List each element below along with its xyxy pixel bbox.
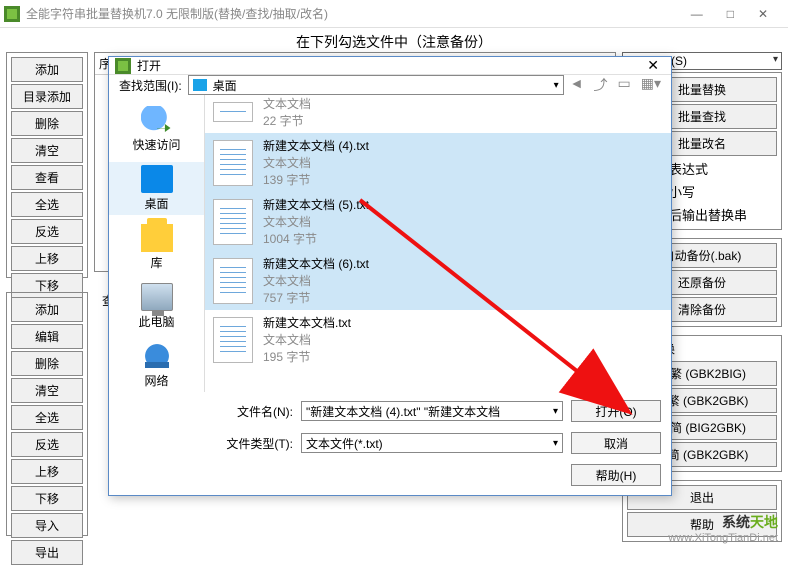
- file-name: 新建文本文档.txt: [263, 314, 351, 331]
- add-button[interactable]: 添加: [11, 57, 83, 82]
- file-item[interactable]: 新建文本文档.txt文本文档195 字节: [205, 310, 671, 369]
- clear-rules-button[interactable]: 清空: [11, 378, 83, 403]
- move-up-button[interactable]: 上移: [11, 246, 83, 271]
- places-bar: 快速访问 桌面 库 此电脑 网络: [109, 95, 205, 392]
- file-thumb-icon: [213, 258, 253, 304]
- select-all-button[interactable]: 全选: [11, 192, 83, 217]
- invert-rules[interactable]: 反选: [11, 432, 83, 457]
- up-icon[interactable]: ⤴: [594, 75, 608, 95]
- place-quick[interactable]: 快速访问: [109, 103, 204, 156]
- invert-sel-button[interactable]: 反选: [11, 219, 83, 244]
- maximize-button[interactable]: □: [727, 7, 734, 21]
- rules-buttons-panel: 添加 编辑 删除 清空 全选 反选 上移 下移 导入 导出: [6, 292, 88, 536]
- open-file-dialog: 打开 ✕ 查找范围(I): 桌面 ◄ ⤴ ▭ ▦▾ 快速访问 桌面 库 此电脑 …: [108, 56, 672, 496]
- main-titlebar: 全能字符串批量替换机7.0 无限制版(替换/查找/抽取/改名) — □ ✕: [0, 0, 788, 28]
- select-all-rules[interactable]: 全选: [11, 405, 83, 430]
- file-type: 文本文档: [263, 272, 369, 289]
- dialog-title: 打开: [137, 57, 161, 74]
- file-buttons-panel: 添加 目录添加 删除 清空 查看 全选 反选 上移 下移: [6, 52, 88, 278]
- edit-rule-button[interactable]: 编辑: [11, 324, 83, 349]
- filename-label: 文件名(N):: [213, 403, 293, 420]
- file-size: 139 字节: [263, 171, 369, 188]
- cancel-button[interactable]: 取消: [571, 432, 661, 454]
- file-name: 新建文本文档 (5).txt: [263, 196, 369, 213]
- clear-button[interactable]: 清空: [11, 138, 83, 163]
- place-network[interactable]: 网络: [109, 339, 204, 392]
- import-button[interactable]: 导入: [11, 513, 83, 538]
- add-dir-button[interactable]: 目录添加: [11, 84, 83, 109]
- file-thumb-icon: [213, 102, 253, 122]
- file-size: 195 字节: [263, 348, 351, 365]
- file-size: 1004 字节: [263, 230, 369, 247]
- delete-rule-button[interactable]: 删除: [11, 351, 83, 376]
- file-type: 文本文档: [263, 154, 369, 171]
- open-button[interactable]: 打开(O): [571, 400, 661, 422]
- back-icon[interactable]: ◄: [570, 75, 584, 95]
- file-thumb-icon: [213, 140, 253, 186]
- file-thumb-icon: [213, 199, 253, 245]
- file-name: 新建文本文档 (6).txt: [263, 255, 369, 272]
- file-item[interactable]: 新建文本文档 (4).txt文本文档139 字节: [205, 133, 671, 192]
- dialog-close-button[interactable]: ✕: [641, 57, 665, 74]
- lookin-dropdown[interactable]: 桌面: [188, 75, 564, 95]
- app-icon: [4, 6, 20, 22]
- file-item[interactable]: 新建文本文档 (6).txt文本文档757 字节: [205, 251, 671, 310]
- add-rule-button[interactable]: 添加: [11, 297, 83, 322]
- filetype-label: 文件类型(T):: [213, 435, 293, 452]
- dialog-help-button[interactable]: 帮助(H): [571, 464, 661, 486]
- filetype-dropdown[interactable]: 文本文件(*.txt): [301, 433, 563, 453]
- file-size: 22 字节: [263, 112, 311, 129]
- place-library[interactable]: 库: [109, 221, 204, 274]
- file-name: 新建文本文档 (4).txt: [263, 137, 369, 154]
- file-type: 文本文档: [263, 331, 351, 348]
- dialog-app-icon: [115, 58, 131, 74]
- rule-up-button[interactable]: 上移: [11, 459, 83, 484]
- new-folder-icon[interactable]: ▭: [618, 75, 631, 95]
- file-thumb-icon: [213, 317, 253, 363]
- view-button[interactable]: 查看: [11, 165, 83, 190]
- app-title: 全能字符串批量替换机7.0 无限制版(替换/查找/抽取/改名): [26, 5, 328, 22]
- place-desktop[interactable]: 桌面: [109, 162, 204, 215]
- minimize-button[interactable]: —: [691, 7, 703, 21]
- subtitle-label: 在下列勾选文件中（注意备份）: [0, 32, 788, 52]
- file-type: 文本文档: [263, 95, 311, 112]
- rule-down-button[interactable]: 下移: [11, 486, 83, 511]
- desktop-icon: [193, 79, 207, 91]
- watermark: 系统天地 www.XiTongTianDi.net: [668, 512, 778, 544]
- filename-field[interactable]: "新建文本文档 (4).txt" "新建文本文档: [301, 401, 563, 421]
- file-list[interactable]: 文本文档22 字节新建文本文档 (4).txt文本文档139 字节新建文本文档 …: [205, 95, 671, 392]
- views-icon[interactable]: ▦▾: [641, 75, 661, 95]
- file-type: 文本文档: [263, 213, 369, 230]
- delete-button[interactable]: 删除: [11, 111, 83, 136]
- file-item[interactable]: 新建文本文档 (5).txt文本文档1004 字节: [205, 192, 671, 251]
- export-button[interactable]: 导出: [11, 540, 83, 565]
- dialog-titlebar: 打开 ✕: [109, 57, 671, 75]
- lookin-label: 查找范围(I):: [119, 77, 182, 94]
- file-size: 757 字节: [263, 289, 369, 306]
- close-button[interactable]: ✕: [758, 7, 768, 21]
- place-this-pc[interactable]: 此电脑: [109, 280, 204, 333]
- file-item[interactable]: 文本文档22 字节: [205, 95, 671, 133]
